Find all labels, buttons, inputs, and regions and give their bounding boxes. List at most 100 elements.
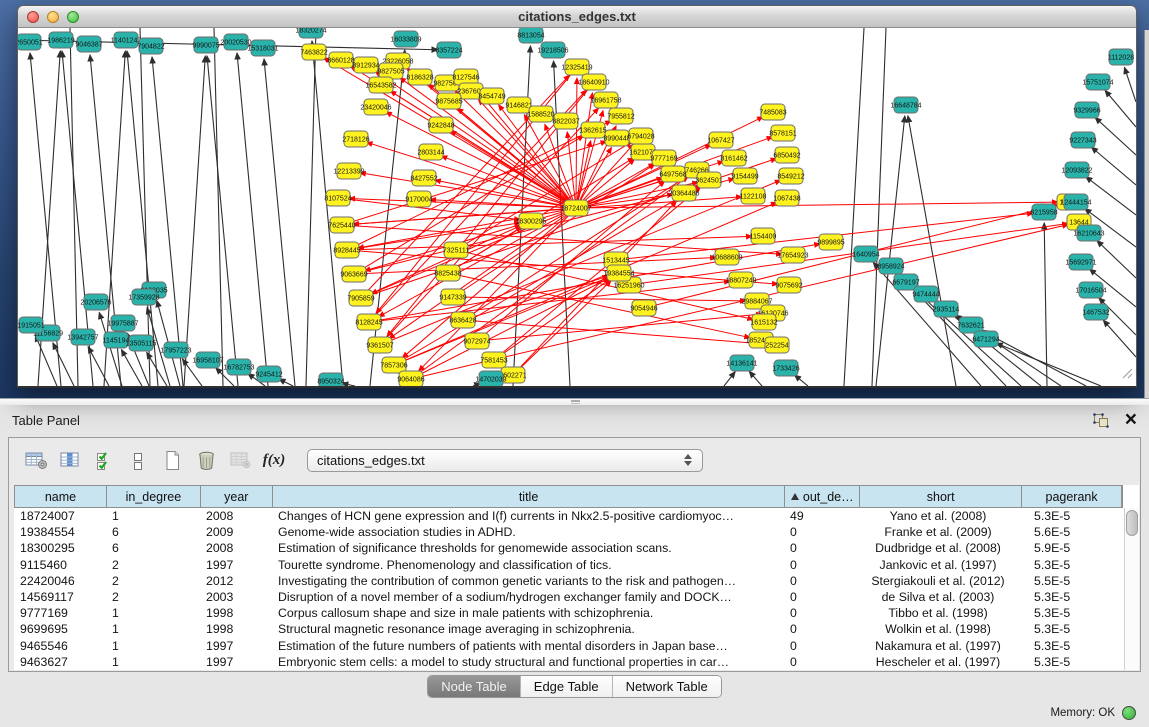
close-panel-icon[interactable]: × bbox=[1125, 412, 1137, 428]
table-row[interactable]: 946362711997Embryonic stem cells: a mode… bbox=[14, 654, 1123, 670]
graph-node[interactable]: 7485083 bbox=[759, 104, 786, 120]
show-columns-button[interactable] bbox=[53, 445, 87, 475]
float-panel-icon[interactable] bbox=[1092, 412, 1110, 428]
graph-node[interactable]: 12444154 bbox=[1060, 194, 1091, 210]
table-row[interactable]: 2242004622012Investigating the contribut… bbox=[14, 573, 1123, 589]
graph-node[interactable]: 9154499 bbox=[731, 168, 758, 184]
graph-node[interactable]: 8822037 bbox=[552, 113, 579, 129]
graph-node[interactable]: 8660128 bbox=[327, 52, 354, 68]
graph-node[interactable]: 9054946 bbox=[630, 300, 657, 316]
graph-node[interactable]: 18320274 bbox=[295, 28, 326, 38]
graph-node[interactable]: 7905859 bbox=[347, 290, 374, 306]
graph-node[interactable]: 19384554 bbox=[603, 265, 634, 281]
graph-node[interactable]: 8549212 bbox=[777, 168, 804, 184]
graph-node[interactable]: 16543582 bbox=[365, 77, 396, 93]
column-header-title[interactable]: title bbox=[273, 486, 786, 507]
table-row[interactable]: 1872400712008Changes of HCN gene express… bbox=[14, 508, 1123, 524]
graph-node[interactable]: 9046387 bbox=[75, 36, 102, 52]
network-window[interactable]: citations_edges.txt 18724007746382286601… bbox=[17, 5, 1137, 388]
graph-node[interactable]: 16958107 bbox=[192, 352, 223, 368]
graph-node[interactable]: 6794028 bbox=[627, 128, 654, 144]
delete-columns-button[interactable] bbox=[189, 445, 223, 475]
graph-node[interactable]: 1640954 bbox=[852, 246, 879, 262]
graph-node[interactable]: 16033809 bbox=[390, 31, 421, 47]
table-source-dropdown[interactable]: citations_edges.txt bbox=[307, 449, 703, 472]
table-row[interactable]: 969969511998Structural magnetic resonanc… bbox=[14, 621, 1123, 637]
column-header-short[interactable]: short bbox=[860, 486, 1022, 507]
table-scrollbar[interactable] bbox=[1124, 508, 1139, 670]
graph-node[interactable]: 7463822 bbox=[300, 44, 327, 60]
graph-node[interactable]: 8928445 bbox=[333, 242, 360, 258]
graph-node[interactable]: 1467532 bbox=[1082, 304, 1109, 320]
graph-node[interactable]: 6471294 bbox=[972, 331, 999, 347]
graph-node[interactable]: 8950324 bbox=[317, 373, 344, 388]
graph-node[interactable]: 8825438 bbox=[434, 265, 461, 281]
graph-node[interactable]: 20206576 bbox=[80, 294, 111, 310]
split-pane-divider[interactable] bbox=[0, 398, 1149, 405]
graph-node[interactable]: 10688609 bbox=[711, 249, 742, 265]
graph-node[interactable]: 13505115 bbox=[126, 335, 157, 351]
graph-node[interactable]: 19975887 bbox=[107, 315, 138, 331]
graph-node[interactable]: 252254 bbox=[765, 337, 789, 353]
graph-node[interactable]: 2803144 bbox=[417, 144, 444, 160]
graph-node[interactable]: 9075692 bbox=[775, 277, 802, 293]
graph-node[interactable]: 2935114 bbox=[933, 301, 960, 317]
window-close-button[interactable] bbox=[27, 11, 39, 23]
graph-node[interactable]: 9170004 bbox=[405, 191, 432, 207]
graph-node[interactable]: 15692971 bbox=[1065, 254, 1096, 270]
graph-node[interactable]: 1067438 bbox=[773, 190, 800, 206]
column-header-name[interactable]: name bbox=[15, 486, 107, 507]
table-row[interactable]: 911546021997Tourette syndrome. Phenomeno… bbox=[14, 557, 1123, 573]
graph-node[interactable]: 16782753 bbox=[223, 359, 254, 375]
graph-node[interactable]: 9361507 bbox=[366, 337, 393, 353]
column-header-pagerank[interactable]: pagerank bbox=[1022, 486, 1122, 507]
graph-node[interactable]: 8107524 bbox=[324, 190, 351, 206]
graph-node[interactable]: 17957223 bbox=[160, 342, 191, 358]
graph-node[interactable]: 8161462 bbox=[720, 150, 747, 166]
tab-edge-table[interactable]: Edge Table bbox=[521, 676, 613, 697]
table-row[interactable]: 977716911998Corpus callosum shape and si… bbox=[14, 605, 1123, 621]
graph-node[interactable]: 1733426 bbox=[772, 360, 799, 376]
graph-node[interactable]: 1986219 bbox=[47, 32, 74, 48]
graph-node[interactable]: 8128245 bbox=[355, 314, 382, 330]
graph-node[interactable]: 8958924 bbox=[877, 258, 904, 274]
table-row[interactable]: 1456911722003Disruption of a novel membe… bbox=[14, 589, 1123, 605]
network-canvas[interactable]: 1872400774638228660128891293423226058982… bbox=[17, 28, 1137, 388]
graph-node[interactable]: 6497568 bbox=[659, 166, 686, 182]
graph-node[interactable]: 18724007 bbox=[560, 200, 591, 216]
graph-node[interactable]: 8357224 bbox=[435, 42, 462, 58]
graph-node[interactable]: 17359928 bbox=[128, 289, 159, 305]
column-header-out-de-[interactable]: out_de… bbox=[785, 486, 860, 507]
graph-node[interactable]: 9147339 bbox=[439, 289, 466, 305]
graph-node[interactable]: 15318031 bbox=[247, 40, 278, 56]
graph-node[interactable]: 7625440 bbox=[328, 217, 355, 233]
window-minimize-button[interactable] bbox=[47, 11, 59, 23]
graph-node[interactable]: 8454749 bbox=[478, 88, 505, 104]
graph-node[interactable]: 1122108 bbox=[740, 188, 767, 204]
graph-node[interactable]: 14702039 bbox=[475, 371, 506, 387]
graph-node[interactable]: 23420046 bbox=[360, 99, 391, 115]
graph-node[interactable]: 17654923 bbox=[777, 247, 808, 263]
table-options-button[interactable] bbox=[19, 445, 53, 475]
graph-node[interactable]: 15751074 bbox=[1082, 74, 1113, 90]
graph-node[interactable]: 9990075 bbox=[192, 37, 219, 53]
graph-node[interactable]: 8186328 bbox=[406, 69, 433, 85]
window-zoom-button[interactable] bbox=[67, 11, 79, 23]
graph-node[interactable]: 1915051 bbox=[18, 317, 45, 333]
graph-node[interactable]: 1588520 bbox=[527, 106, 554, 122]
graph-node[interactable]: 8912934 bbox=[352, 57, 379, 73]
graph-node[interactable]: 18300295 bbox=[515, 213, 546, 229]
graph-node[interactable]: 17016504 bbox=[1075, 282, 1106, 298]
graph-node[interactable]: 8813054 bbox=[517, 28, 544, 43]
graph-node[interactable]: 12093822 bbox=[1061, 162, 1092, 178]
graph-node[interactable]: 2650051 bbox=[18, 34, 43, 50]
graph-node[interactable]: 7955812 bbox=[607, 108, 634, 124]
graph-node[interactable]: 12325419 bbox=[561, 59, 592, 75]
window-resize-grip[interactable] bbox=[1119, 365, 1133, 384]
tab-node-table[interactable]: Node Table bbox=[428, 676, 521, 697]
graph-node[interactable]: 1615132 bbox=[750, 314, 777, 330]
graph-node[interactable]: 9063669 bbox=[340, 266, 367, 282]
graph-node[interactable]: 1112028 bbox=[1108, 49, 1134, 65]
graph-node[interactable]: 9242848 bbox=[427, 117, 454, 133]
graph-node[interactable]: 8636428 bbox=[449, 312, 476, 328]
